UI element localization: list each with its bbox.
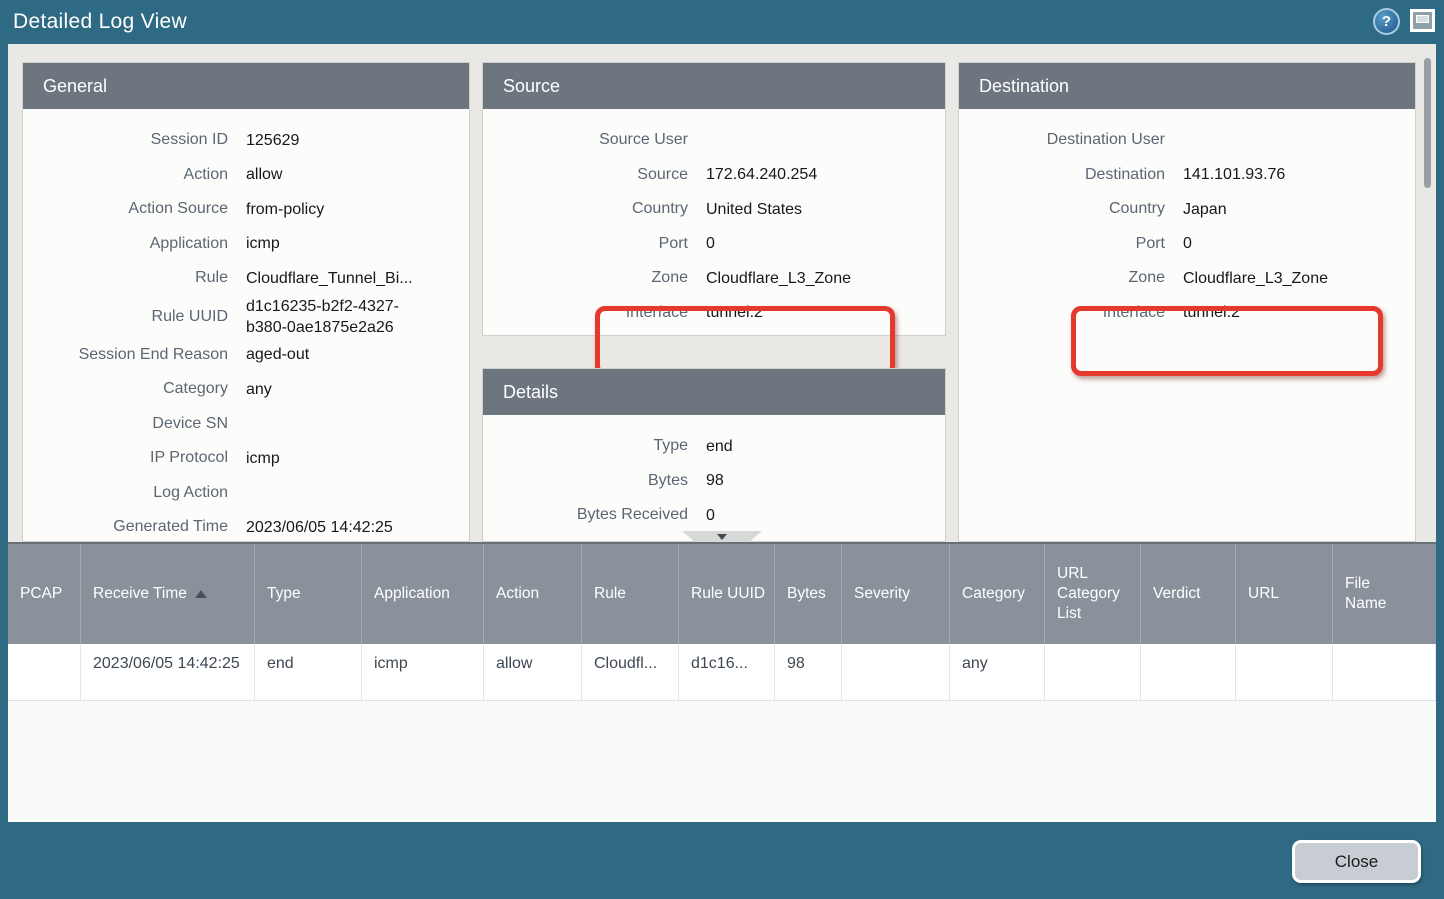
column-header-url-category-list[interactable]: URL Category List bbox=[1045, 544, 1141, 644]
general-panel-header: General bbox=[23, 63, 469, 109]
field-session-end-reason: Session End Reason aged-out bbox=[23, 338, 469, 373]
close-button[interactable]: Close bbox=[1292, 840, 1421, 883]
field-action: Action allow bbox=[23, 158, 469, 193]
cell-category: any bbox=[950, 644, 1045, 700]
field-source-port: Port 0 bbox=[483, 227, 945, 262]
column-header-application[interactable]: Application bbox=[362, 544, 484, 644]
source-panel-header: Source bbox=[483, 63, 945, 109]
field-destination-port: Port 0 bbox=[959, 227, 1415, 262]
sort-ascending-icon bbox=[195, 590, 207, 598]
source-panel: Source Source User Source 172.64.240.254… bbox=[482, 62, 946, 336]
cell-action: allow bbox=[484, 644, 582, 700]
field-bytes: Bytes 98 bbox=[483, 464, 945, 499]
field-ip-protocol: IP Protocol icmp bbox=[23, 441, 469, 476]
column-header-category[interactable]: Category bbox=[950, 544, 1045, 644]
detail-panels-area: General Session ID 125629 Action allow A… bbox=[8, 44, 1436, 542]
field-rule-uuid: Rule UUID d1c16235-b2f2-4327-b380-0ae187… bbox=[23, 296, 469, 338]
column-header-rule[interactable]: Rule bbox=[582, 544, 679, 644]
cell-receive-time: 2023/06/05 14:42:25 bbox=[81, 644, 255, 700]
window-icon-inner bbox=[1416, 15, 1429, 23]
field-destination-zone: Zone Cloudflare_L3_Zone bbox=[959, 261, 1415, 296]
column-header-bytes[interactable]: Bytes bbox=[775, 544, 842, 644]
column-header-pcap[interactable]: PCAP bbox=[8, 544, 81, 644]
column-header-file-name[interactable]: File Name bbox=[1333, 544, 1436, 644]
window-icon[interactable] bbox=[1410, 9, 1435, 32]
field-destination: Destination 141.101.93.76 bbox=[959, 158, 1415, 193]
vertical-scrollbar-thumb[interactable] bbox=[1424, 58, 1431, 188]
field-bytes-received: Bytes Received 0 bbox=[483, 498, 945, 533]
field-action-source: Action Source from-policy bbox=[23, 192, 469, 227]
field-type: Type end bbox=[483, 429, 945, 464]
column-header-verdict[interactable]: Verdict bbox=[1141, 544, 1236, 644]
field-generated-time: Generated Time 2023/06/05 14:42:25 bbox=[23, 510, 469, 542]
field-destination-user: Destination User bbox=[959, 123, 1415, 158]
cell-rule: Cloudfl... bbox=[582, 644, 679, 700]
cell-verdict bbox=[1141, 644, 1236, 700]
destination-panel: Destination Destination User Destination… bbox=[958, 62, 1416, 542]
cell-application: icmp bbox=[362, 644, 484, 700]
field-destination-country: Country Japan bbox=[959, 192, 1415, 227]
chevron-down-icon bbox=[717, 534, 727, 540]
column-header-type[interactable]: Type bbox=[255, 544, 362, 644]
log-table-row[interactable]: 2023/06/05 14:42:25 end icmp allow Cloud… bbox=[8, 644, 1436, 701]
column-header-rule-uuid[interactable]: Rule UUID bbox=[679, 544, 775, 644]
column-header-action[interactable]: Action bbox=[484, 544, 582, 644]
details-panel-header: Details bbox=[483, 369, 945, 415]
cell-url-category-list bbox=[1045, 644, 1141, 700]
field-log-action: Log Action bbox=[23, 476, 469, 511]
cell-url bbox=[1236, 644, 1333, 700]
cell-type: end bbox=[255, 644, 362, 700]
field-category: Category any bbox=[23, 372, 469, 407]
field-source: Source 172.64.240.254 bbox=[483, 158, 945, 193]
cell-rule-uuid: d1c16... bbox=[679, 644, 775, 700]
field-device-sn: Device SN bbox=[23, 407, 469, 442]
general-panel: General Session ID 125629 Action allow A… bbox=[22, 62, 470, 542]
field-application: Application icmp bbox=[23, 227, 469, 262]
log-table: PCAP Receive Time Type Application Actio… bbox=[8, 542, 1436, 822]
cell-file-name bbox=[1333, 644, 1436, 700]
field-session-id: Session ID 125629 bbox=[23, 123, 469, 158]
cell-pcap bbox=[8, 644, 81, 700]
details-panel: Details Type end Bytes 98 Bytes Received… bbox=[482, 368, 946, 542]
field-source-zone: Zone Cloudflare_L3_Zone bbox=[483, 261, 945, 296]
help-icon[interactable]: ? bbox=[1373, 8, 1400, 35]
column-header-severity[interactable]: Severity bbox=[842, 544, 950, 644]
column-header-url[interactable]: URL bbox=[1236, 544, 1333, 644]
page-title: Detailed Log View bbox=[13, 0, 187, 44]
field-source-country: Country United States bbox=[483, 192, 945, 227]
cell-severity bbox=[842, 644, 950, 700]
field-destination-interface: Interface tunnel.2 bbox=[959, 296, 1415, 331]
field-rule: Rule Cloudflare_Tunnel_Bi... bbox=[23, 261, 469, 296]
field-source-user: Source User bbox=[483, 123, 945, 158]
cell-bytes: 98 bbox=[775, 644, 842, 700]
title-bar: Detailed Log View ? bbox=[0, 0, 1444, 44]
collapse-table-handle[interactable] bbox=[682, 531, 762, 542]
column-header-receive-time[interactable]: Receive Time bbox=[81, 544, 255, 644]
destination-panel-header: Destination bbox=[959, 63, 1415, 109]
field-source-interface: Interface tunnel.2 bbox=[483, 296, 945, 331]
log-table-header: PCAP Receive Time Type Application Actio… bbox=[8, 544, 1436, 644]
